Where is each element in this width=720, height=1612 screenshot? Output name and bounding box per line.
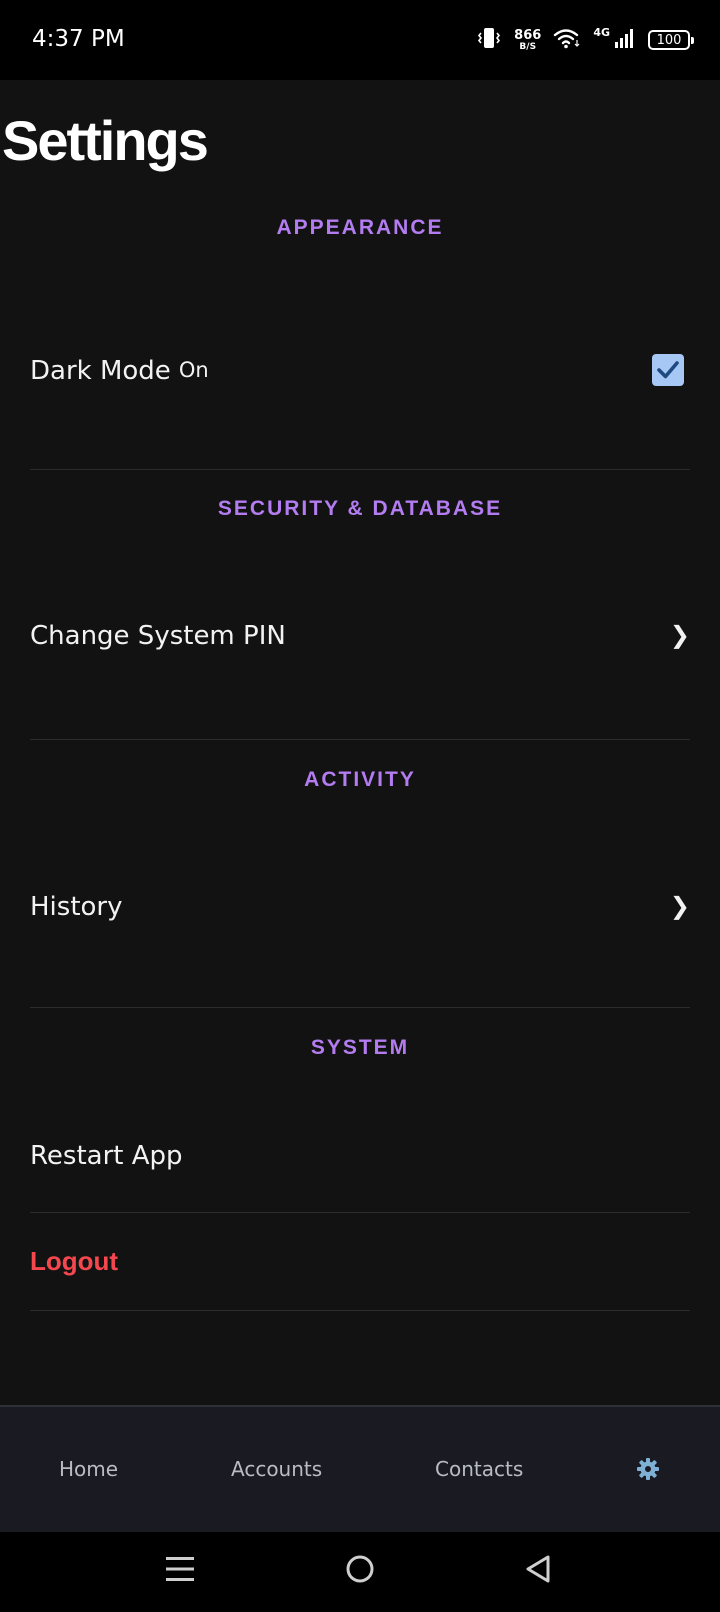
system-navigation-bar	[0, 1532, 720, 1612]
nav-item-accounts[interactable]: Accounts	[231, 1457, 322, 1481]
dark-mode-label: Dark Mode	[30, 356, 171, 386]
signal-icon	[614, 27, 636, 54]
back-triangle-icon[interactable]	[524, 1554, 552, 1589]
change-pin-row[interactable]: Change System PIN ❯	[30, 615, 690, 740]
checkmark-icon	[657, 361, 679, 379]
bottom-nav: Home Accounts Contacts	[0, 1405, 720, 1532]
section-header-security: SECURITY & DATABASE	[217, 497, 503, 520]
change-pin-label: Change System PIN	[30, 621, 286, 651]
history-row[interactable]: History ❯	[30, 888, 690, 1008]
battery-indicator: 100	[648, 30, 694, 50]
settings-screen: Settings APPEARANCE Dark Mode On SECURIT…	[0, 80, 720, 1405]
chevron-right-icon: ❯	[669, 621, 690, 649]
logout-row[interactable]: Logout	[30, 1213, 690, 1311]
wifi-icon	[553, 27, 581, 54]
page-title: Settings	[2, 109, 209, 172]
network-speed: 866 B/S	[514, 29, 541, 52]
menu-icon[interactable]	[166, 1554, 194, 1589]
section-header-activity: ACTIVITY	[304, 768, 416, 791]
section-header-appearance: APPEARANCE	[276, 216, 444, 239]
restart-app-row[interactable]: Restart App	[30, 1100, 690, 1213]
status-bar: 4:37 PM 866 B/S 4G 100	[0, 0, 720, 80]
home-circle-icon[interactable]	[345, 1554, 375, 1589]
section-header-system: SYSTEM	[310, 1036, 410, 1059]
history-label: History	[30, 892, 123, 922]
network-speed-unit: B/S	[519, 41, 537, 52]
dark-mode-row[interactable]: Dark Mode On	[30, 330, 690, 470]
network-speed-value: 866	[514, 27, 542, 43]
network-type: 4G	[593, 25, 610, 39]
chevron-right-icon: ❯	[669, 892, 690, 920]
nav-item-contacts[interactable]: Contacts	[435, 1457, 523, 1481]
nav-item-home[interactable]: Home	[59, 1457, 118, 1481]
status-icons: 866 B/S 4G 100	[476, 22, 694, 58]
dark-mode-state: On	[178, 358, 209, 382]
dark-mode-checkbox[interactable]	[652, 354, 684, 386]
status-time: 4:37 PM	[32, 26, 125, 52]
vibrate-icon	[476, 26, 502, 55]
logout-label: Logout	[30, 1246, 119, 1276]
restart-app-label: Restart App	[30, 1141, 183, 1171]
gear-icon[interactable]	[636, 1457, 660, 1481]
